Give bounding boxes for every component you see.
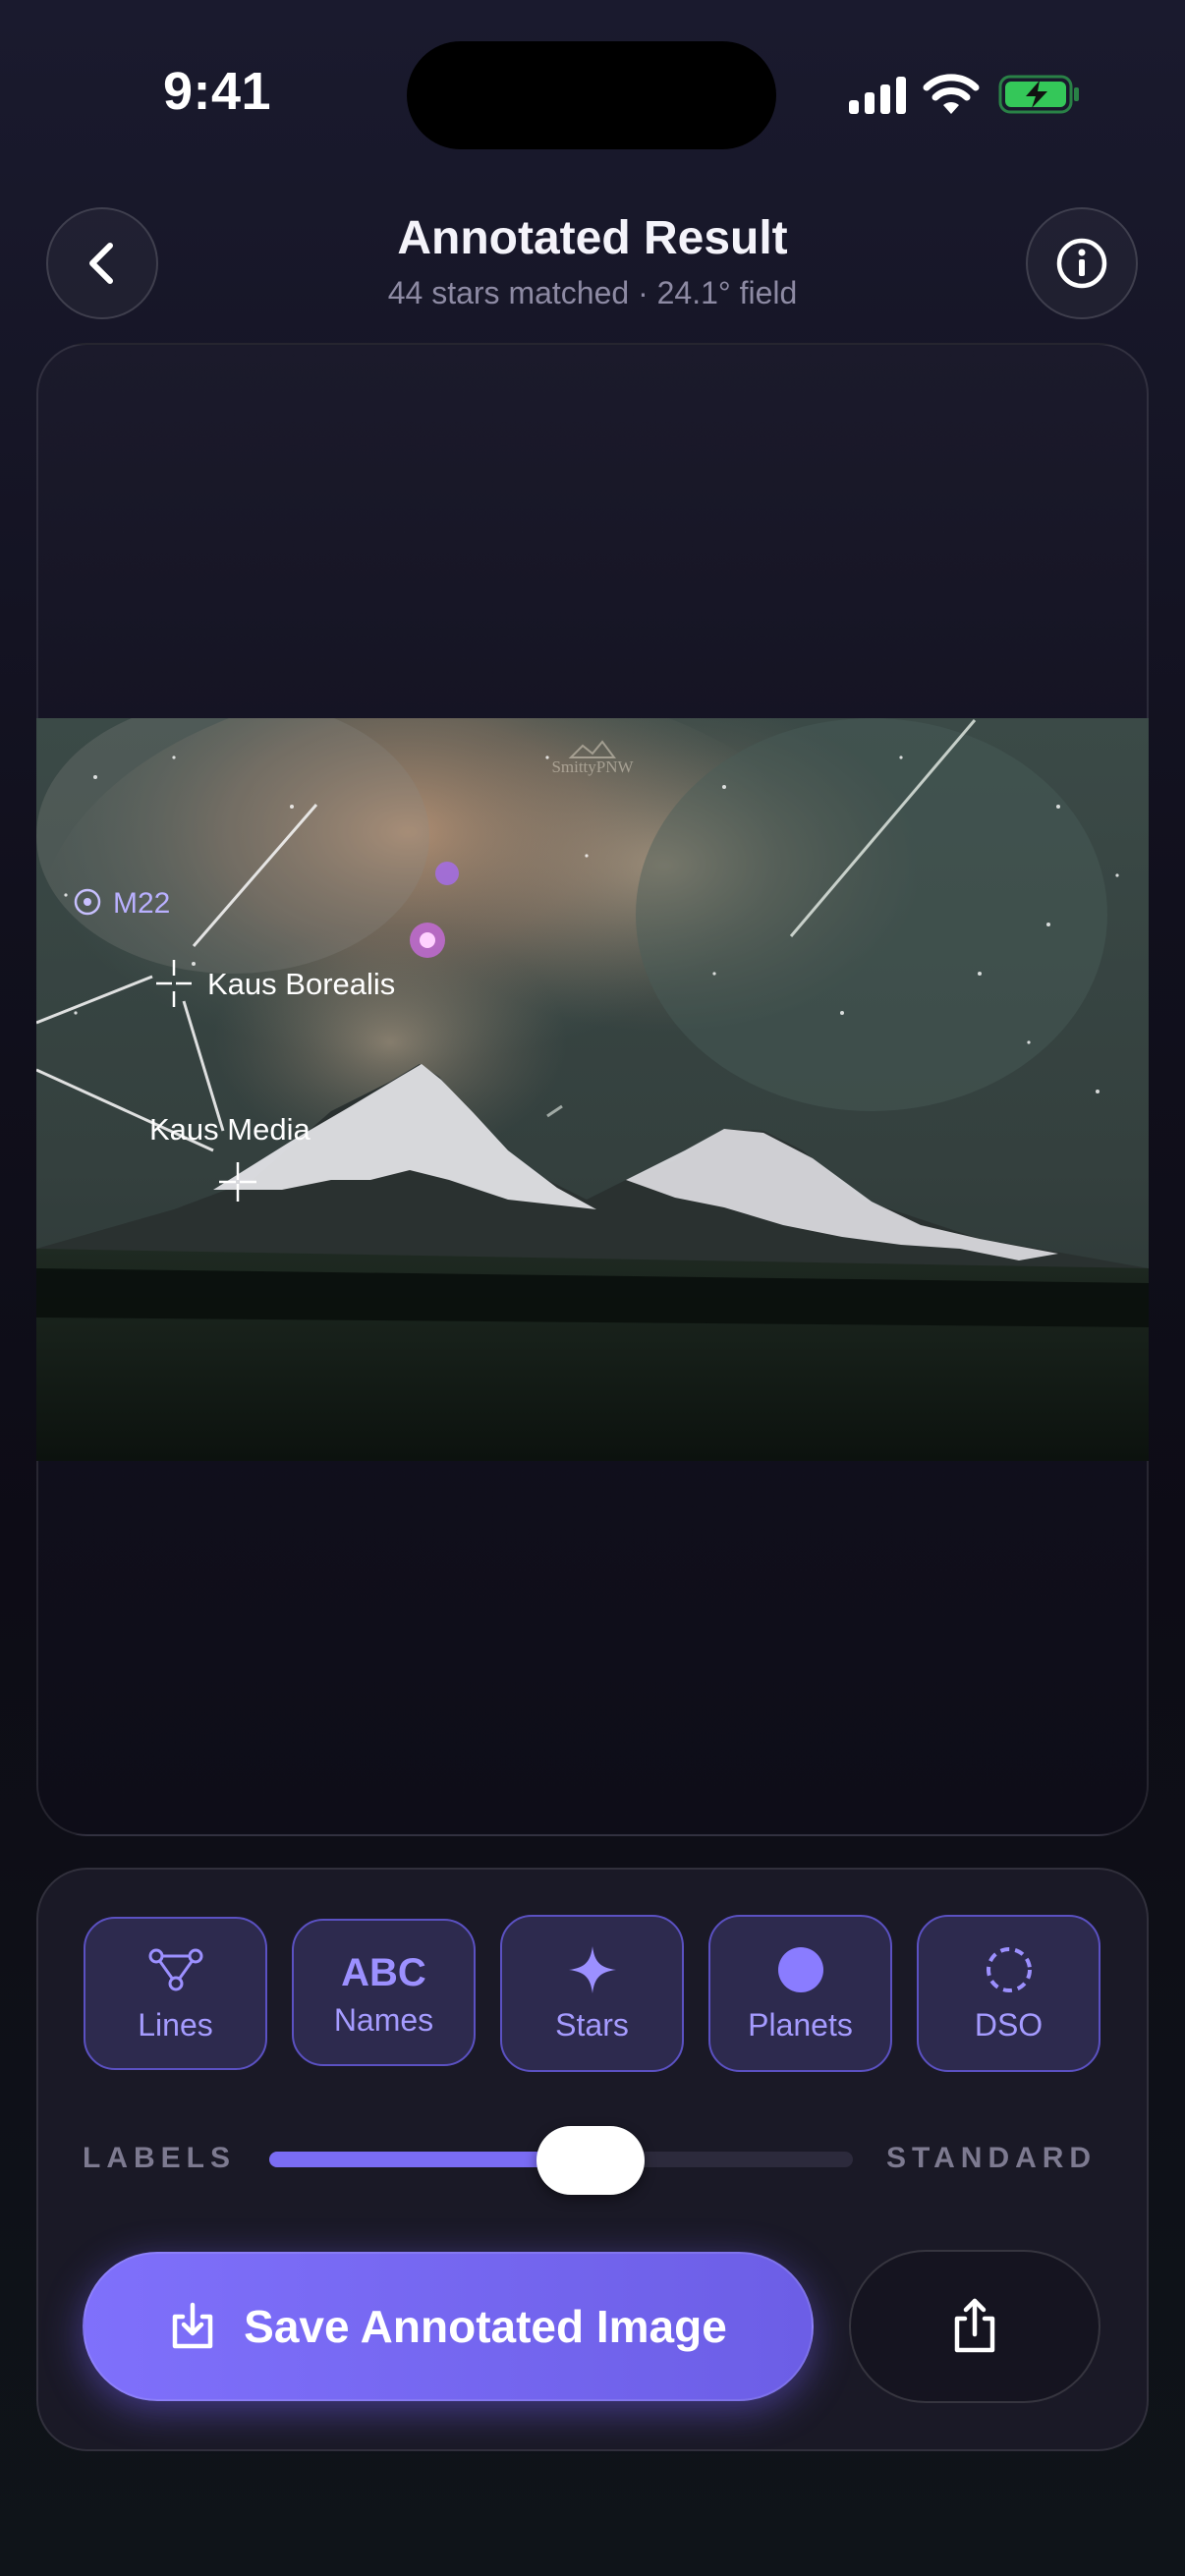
toggle-names[interactable]: ABC Names bbox=[292, 1919, 476, 2066]
dashed-circle-icon bbox=[984, 1944, 1035, 1995]
svg-text:SmittyPNW: SmittyPNW bbox=[551, 757, 634, 776]
toggle-planets-label: Planets bbox=[748, 2006, 853, 2043]
slider-left-label: LABELS bbox=[83, 2142, 236, 2174]
dso-label-m22: M22 bbox=[113, 887, 170, 920]
download-tray-icon bbox=[172, 2302, 213, 2349]
toggle-dso-label: DSO bbox=[974, 2006, 1044, 2043]
page-subtitle: 44 stars matched · 24.1° field bbox=[387, 275, 798, 310]
slider-thumb[interactable] bbox=[536, 2126, 645, 2195]
battery-charging-icon bbox=[998, 75, 1079, 114]
save-button-label: Save Annotated Image bbox=[244, 2301, 727, 2352]
info-button[interactable] bbox=[1026, 207, 1138, 319]
toggle-names-label: Names bbox=[333, 2001, 434, 2038]
filled-circle-icon bbox=[775, 1944, 826, 1995]
toggle-stars[interactable]: Stars bbox=[500, 1915, 684, 2072]
cellular-signal-icon bbox=[849, 77, 906, 114]
share-button[interactable] bbox=[849, 2250, 1100, 2403]
star-label-kaus-media: Kaus Media bbox=[149, 1112, 310, 1147]
save-annotated-image-button[interactable]: Save Annotated Image bbox=[83, 2252, 814, 2401]
share-icon bbox=[954, 2298, 995, 2353]
page-title: Annotated Result bbox=[397, 212, 788, 264]
star-label-kaus-borealis: Kaus Borealis bbox=[207, 967, 395, 1001]
constellation-lines-icon bbox=[148, 1944, 203, 1995]
slider-right-label: STANDARD bbox=[886, 2142, 1098, 2174]
toggle-planets[interactable]: Planets bbox=[708, 1915, 892, 2072]
abc-text-icon: ABC bbox=[341, 1950, 426, 1994]
info-icon bbox=[1056, 238, 1107, 289]
toggle-stars-label: Stars bbox=[555, 2006, 629, 2043]
wifi-icon bbox=[923, 74, 980, 114]
toggle-lines[interactable]: Lines bbox=[84, 1917, 267, 2070]
annotated-photo[interactable]: SmittyPNW M22 Kaus Borealis Kaus Media bbox=[36, 718, 1149, 1461]
dynamic-island bbox=[407, 41, 776, 149]
toggle-dso[interactable]: DSO bbox=[917, 1915, 1100, 2072]
toggle-lines-label: Lines bbox=[138, 2006, 213, 2043]
sparkle-star-icon bbox=[567, 1944, 618, 1995]
status-time: 9:41 bbox=[163, 62, 272, 121]
